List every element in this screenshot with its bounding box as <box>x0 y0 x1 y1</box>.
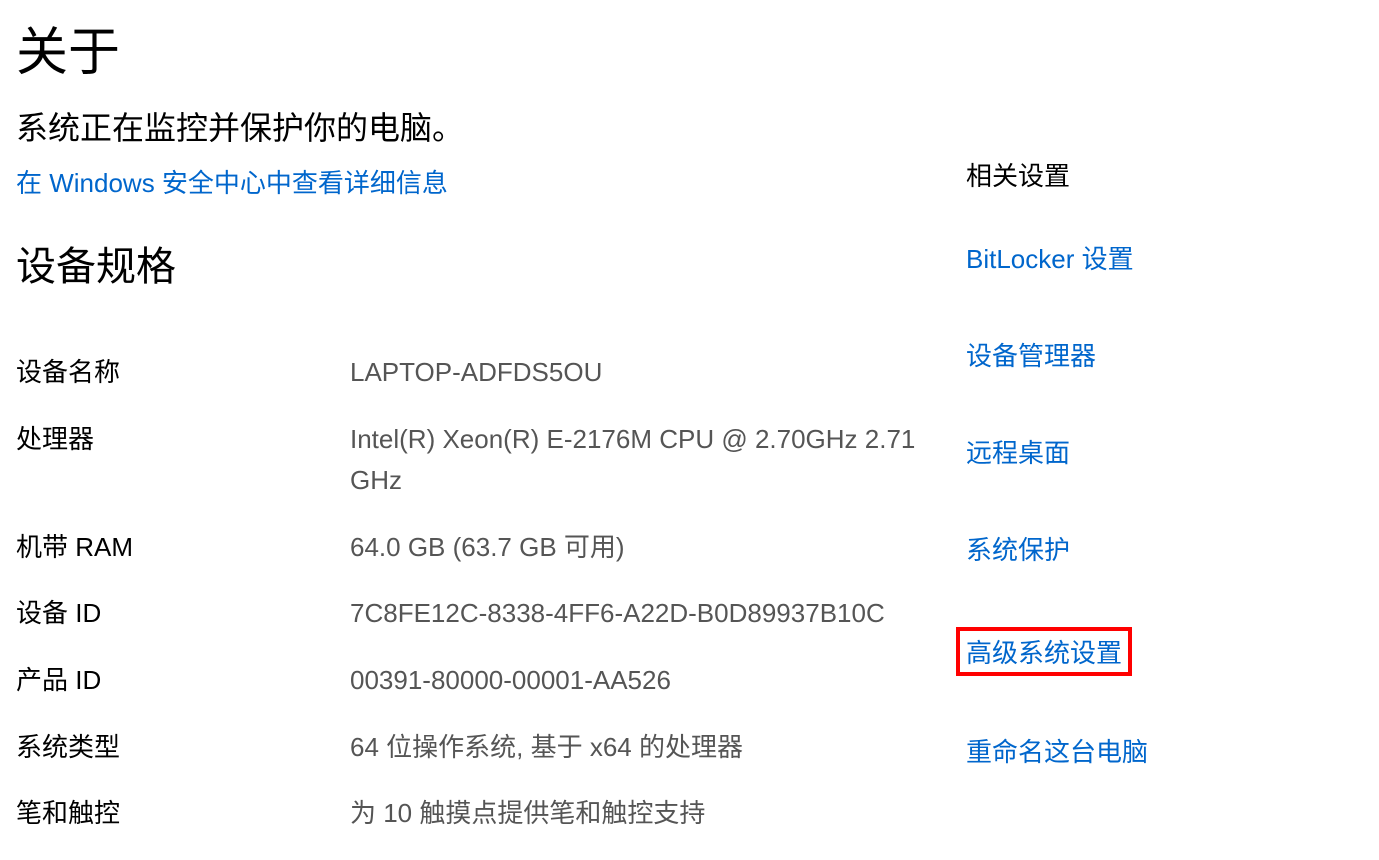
spec-label: 设备名称 <box>16 352 350 389</box>
spec-value: 7C8FE12C-8338-4FF6-A22D-B0D89937B10C <box>350 593 926 635</box>
device-specs-title: 设备规格 <box>16 234 926 292</box>
spec-value: 00391-80000-00001-AA526 <box>350 660 926 702</box>
spec-label: 处理器 <box>16 419 350 456</box>
bitlocker-link[interactable]: BitLocker 设置 <box>966 239 1306 276</box>
spec-value: LAPTOP-ADFDS5OU <box>350 352 926 394</box>
system-protection-link[interactable]: 系统保护 <box>966 530 1306 567</box>
device-manager-link[interactable]: 设备管理器 <box>966 336 1306 373</box>
spec-row-ram: 机带 RAM 64.0 GB (63.7 GB 可用) <box>16 527 926 569</box>
spec-value: 64 位操作系统, 基于 x64 的处理器 <box>350 727 926 769</box>
related-settings-title: 相关设置 <box>966 156 1306 193</box>
spec-table: 设备名称 LAPTOP-ADFDS5OU 处理器 Intel(R) Xeon(R… <box>16 352 926 835</box>
advanced-settings-highlight: 高级系统设置 <box>956 627 1132 676</box>
spec-row-device-name: 设备名称 LAPTOP-ADFDS5OU <box>16 352 926 394</box>
spec-value: 为 10 触摸点提供笔和触控支持 <box>350 793 926 835</box>
spec-label: 笔和触控 <box>16 793 350 830</box>
rename-pc-link[interactable]: 重命名这台电脑 <box>966 732 1306 769</box>
spec-label: 设备 ID <box>16 593 350 630</box>
spec-label: 产品 ID <box>16 660 350 697</box>
page-title: 关于 <box>16 10 926 85</box>
security-center-link[interactable]: 在 Windows 安全中心中查看详细信息 <box>16 163 448 200</box>
advanced-system-settings-link[interactable]: 高级系统设置 <box>966 633 1122 670</box>
spec-row-product-id: 产品 ID 00391-80000-00001-AA526 <box>16 660 926 702</box>
spec-row-processor: 处理器 Intel(R) Xeon(R) E-2176M CPU @ 2.70G… <box>16 419 926 502</box>
spec-row-pen-touch: 笔和触控 为 10 触摸点提供笔和触控支持 <box>16 793 926 835</box>
remote-desktop-link[interactable]: 远程桌面 <box>966 433 1306 470</box>
spec-row-device-id: 设备 ID 7C8FE12C-8338-4FF6-A22D-B0D89937B1… <box>16 593 926 635</box>
spec-row-system-type: 系统类型 64 位操作系统, 基于 x64 的处理器 <box>16 727 926 769</box>
spec-value: Intel(R) Xeon(R) E-2176M CPU @ 2.70GHz 2… <box>350 419 926 502</box>
spec-label: 机带 RAM <box>16 527 350 564</box>
security-subtitle: 系统正在监控并保护你的电脑。 <box>16 103 926 149</box>
spec-label: 系统类型 <box>16 727 350 764</box>
spec-value: 64.0 GB (63.7 GB 可用) <box>350 527 926 569</box>
